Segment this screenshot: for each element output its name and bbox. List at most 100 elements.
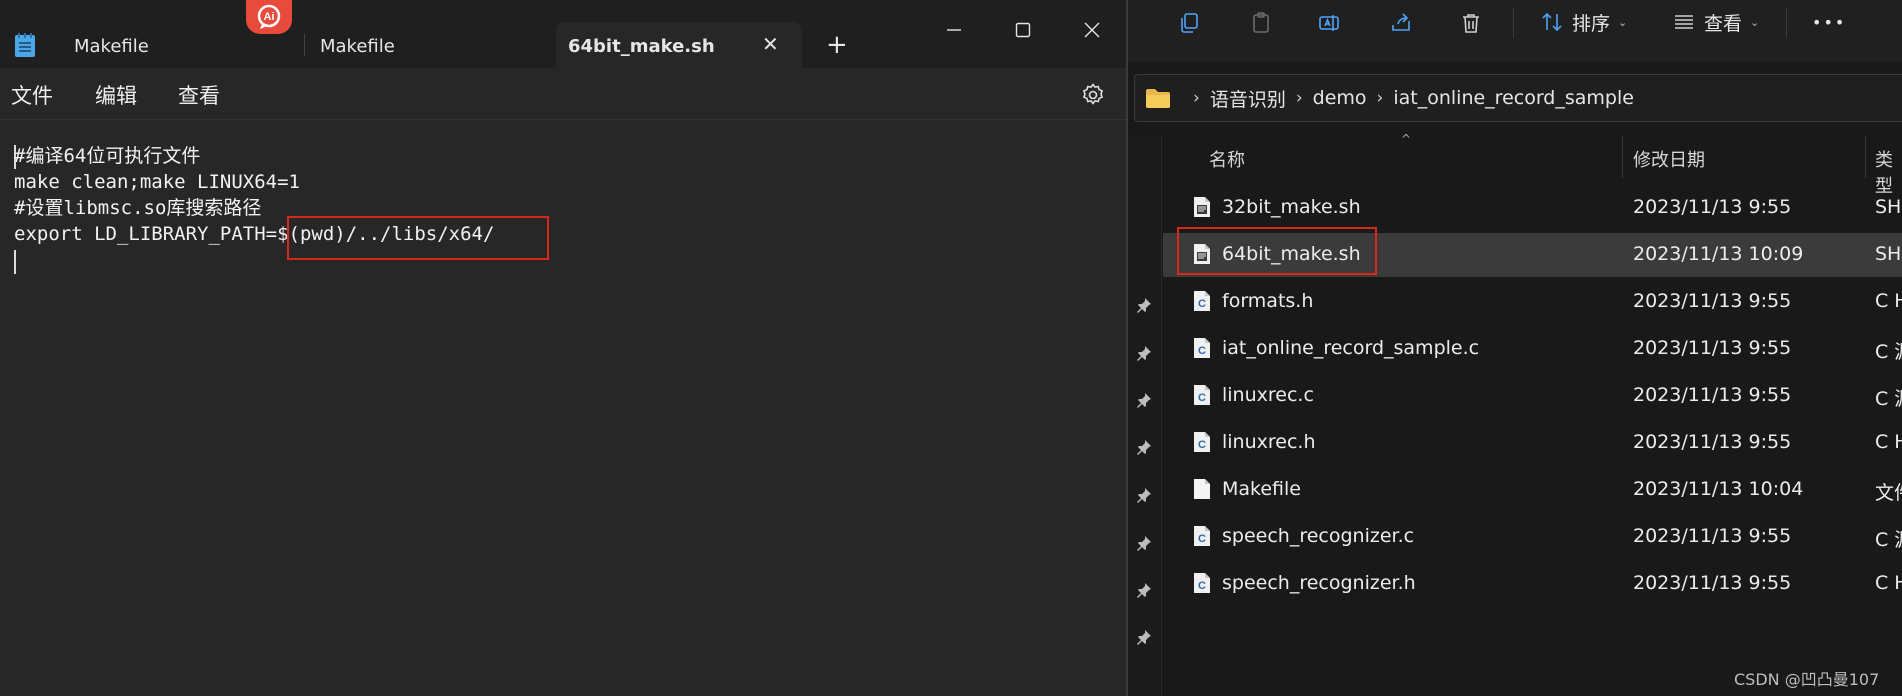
column-header-date[interactable]: 修改日期	[1633, 146, 1705, 172]
close-icon	[1084, 22, 1100, 38]
file-date: 2023/11/13 9:55	[1633, 525, 1792, 547]
rename-icon[interactable]	[1312, 6, 1346, 40]
settings-gear-icon[interactable]	[1080, 82, 1106, 108]
file-name: speech_recognizer.h	[1222, 572, 1416, 594]
new-tab-button[interactable]: +	[826, 30, 848, 60]
menu-file[interactable]: 文件	[11, 80, 53, 110]
close-button[interactable]	[1072, 10, 1112, 50]
file-date: 2023/11/13 9:55	[1633, 572, 1792, 594]
more-options-button[interactable]: •••	[1812, 9, 1846, 35]
ai-assistant-badge[interactable]: Ai	[246, 0, 292, 34]
file-name: linuxrec.h	[1222, 431, 1316, 453]
file-row[interactable]: Cspeech_recognizer.c 2023/11/13 9:55 C 源	[1163, 515, 1902, 559]
svg-text:C: C	[1198, 439, 1206, 451]
menu-edit[interactable]: 编辑	[95, 80, 137, 110]
file-name: linuxrec.c	[1222, 384, 1314, 406]
code-line: #编译64位可执行文件	[14, 145, 201, 167]
menu-bar: 文件 编辑 查看	[0, 68, 1126, 120]
file-type: C 源	[1875, 341, 1902, 363]
code-line: export LD_LIBRARY_PATH=$(pwd)/../libs/x6…	[14, 223, 495, 245]
file-type: SH	[1875, 196, 1902, 218]
chevron-right-icon: ›	[1376, 88, 1384, 108]
c-file-icon: C	[1193, 337, 1211, 359]
chevron-down-icon: ⌄	[1750, 15, 1760, 29]
view-button[interactable]: 查看 ⌄	[1672, 9, 1759, 35]
delete-icon[interactable]	[1454, 6, 1488, 40]
chevron-right-icon: ›	[1295, 88, 1303, 108]
file-row[interactable]: Clinuxrec.h 2023/11/13 9:55 C H	[1163, 421, 1902, 465]
script-file-icon	[1193, 196, 1211, 218]
c-file-icon: C	[1193, 290, 1211, 312]
breadcrumb[interactable]: › 语音识别 › demo › iat_online_record_sample	[1134, 74, 1902, 122]
tab-64bit-make[interactable]: 64bit_make.sh ✕	[556, 22, 802, 68]
notepad-window: Makefile Makefile 64bit_make.sh ✕ + Ai 文…	[0, 0, 1128, 696]
pin-icon	[1136, 392, 1152, 408]
maximize-button[interactable]	[1003, 10, 1043, 50]
file-name: speech_recognizer.c	[1222, 525, 1415, 547]
file-name: 32bit_make.sh	[1222, 196, 1361, 218]
pin-icon	[1136, 439, 1152, 455]
pin-icon	[1136, 345, 1152, 361]
pin-icon	[1136, 629, 1152, 645]
file-name: iat_online_record_sample.c	[1222, 337, 1480, 359]
paste-icon[interactable]	[1244, 6, 1278, 40]
file-row[interactable]: Makefile 2023/11/13 10:04 文件	[1163, 468, 1902, 512]
file-name: Makefile	[1222, 478, 1301, 500]
navigation-pane	[1128, 135, 1162, 696]
share-icon[interactable]	[1384, 6, 1418, 40]
blank-file-icon	[1193, 478, 1211, 500]
file-type: C H	[1875, 290, 1902, 312]
file-date: 2023/11/13 9:55	[1633, 337, 1792, 359]
title-bar: Makefile Makefile 64bit_make.sh ✕ + Ai	[0, 0, 1126, 68]
copy-icon[interactable]	[1172, 6, 1206, 40]
c-file-icon: C	[1193, 525, 1211, 547]
folder-icon	[1146, 89, 1170, 108]
file-type: 文件	[1875, 482, 1902, 504]
file-date: 2023/11/13 9:55	[1633, 384, 1792, 406]
file-name: formats.h	[1222, 290, 1314, 312]
minimize-button[interactable]	[934, 10, 974, 50]
sort-button[interactable]: 排序 ⌄	[1540, 9, 1627, 35]
svg-text:C: C	[1198, 345, 1206, 357]
text-editor[interactable]: #编译64位可执行文件 make clean;make LINUX64=1 #设…	[0, 121, 1126, 696]
script-file-icon	[1193, 243, 1211, 265]
close-tab-icon[interactable]: ✕	[762, 32, 779, 56]
pin-icon	[1136, 487, 1152, 503]
svg-text:C: C	[1198, 392, 1206, 404]
column-header-name[interactable]: 名称	[1209, 146, 1245, 172]
file-row[interactable]: Cspeech_recognizer.h 2023/11/13 9:55 C H	[1163, 562, 1902, 606]
c-file-icon: C	[1193, 572, 1211, 594]
file-row[interactable]: Ciat_online_record_sample.c 2023/11/13 9:…	[1163, 327, 1902, 371]
code-line: #设置libmsc.so库搜索路径	[14, 197, 262, 219]
minimize-icon	[947, 29, 961, 31]
explorer-command-bar: 排序 ⌄ 查看 ⌄ •••	[1128, 0, 1902, 62]
watermark: CSDN @凹凸曼107	[1734, 670, 1880, 689]
file-row[interactable]: Cformats.h 2023/11/13 9:55 C H	[1163, 280, 1902, 324]
file-row[interactable]: Clinuxrec.c 2023/11/13 9:55 C 源	[1163, 374, 1902, 418]
column-headers: ^ 名称 修改日期 类型	[1163, 132, 1902, 197]
sort-icon	[1542, 12, 1562, 32]
sort-ascending-icon: ^	[1401, 132, 1412, 146]
breadcrumb-item[interactable]: iat_online_record_sample	[1393, 87, 1634, 109]
pin-icon	[1136, 535, 1152, 551]
pin-icon	[1136, 297, 1152, 313]
chevron-down-icon: ⌄	[1618, 15, 1628, 29]
svg-text:Ai: Ai	[264, 11, 275, 23]
c-file-icon: C	[1193, 431, 1211, 453]
tab-makefile-2[interactable]: Makefile	[305, 22, 555, 68]
file-type: SH	[1875, 243, 1902, 265]
breadcrumb-item[interactable]: 语音识别	[1210, 85, 1286, 112]
file-date: 2023/11/13 10:09	[1633, 243, 1804, 265]
code-line: make clean;make LINUX64=1	[14, 171, 300, 193]
file-type: C 源	[1875, 529, 1902, 551]
breadcrumb-item[interactable]: demo	[1313, 87, 1367, 109]
notepad-app-icon	[15, 33, 35, 57]
file-row[interactable]: 32bit_make.sh 2023/11/13 9:55 SH	[1163, 186, 1902, 230]
file-row[interactable]: 64bit_make.sh 2023/11/13 10:09 SH	[1163, 233, 1902, 277]
menu-view[interactable]: 查看	[178, 80, 220, 110]
c-file-icon: C	[1193, 384, 1211, 406]
file-type: C 源	[1875, 388, 1902, 410]
maximize-icon	[1015, 22, 1031, 38]
file-type: C H	[1875, 431, 1902, 453]
ai-icon: Ai	[257, 4, 281, 29]
